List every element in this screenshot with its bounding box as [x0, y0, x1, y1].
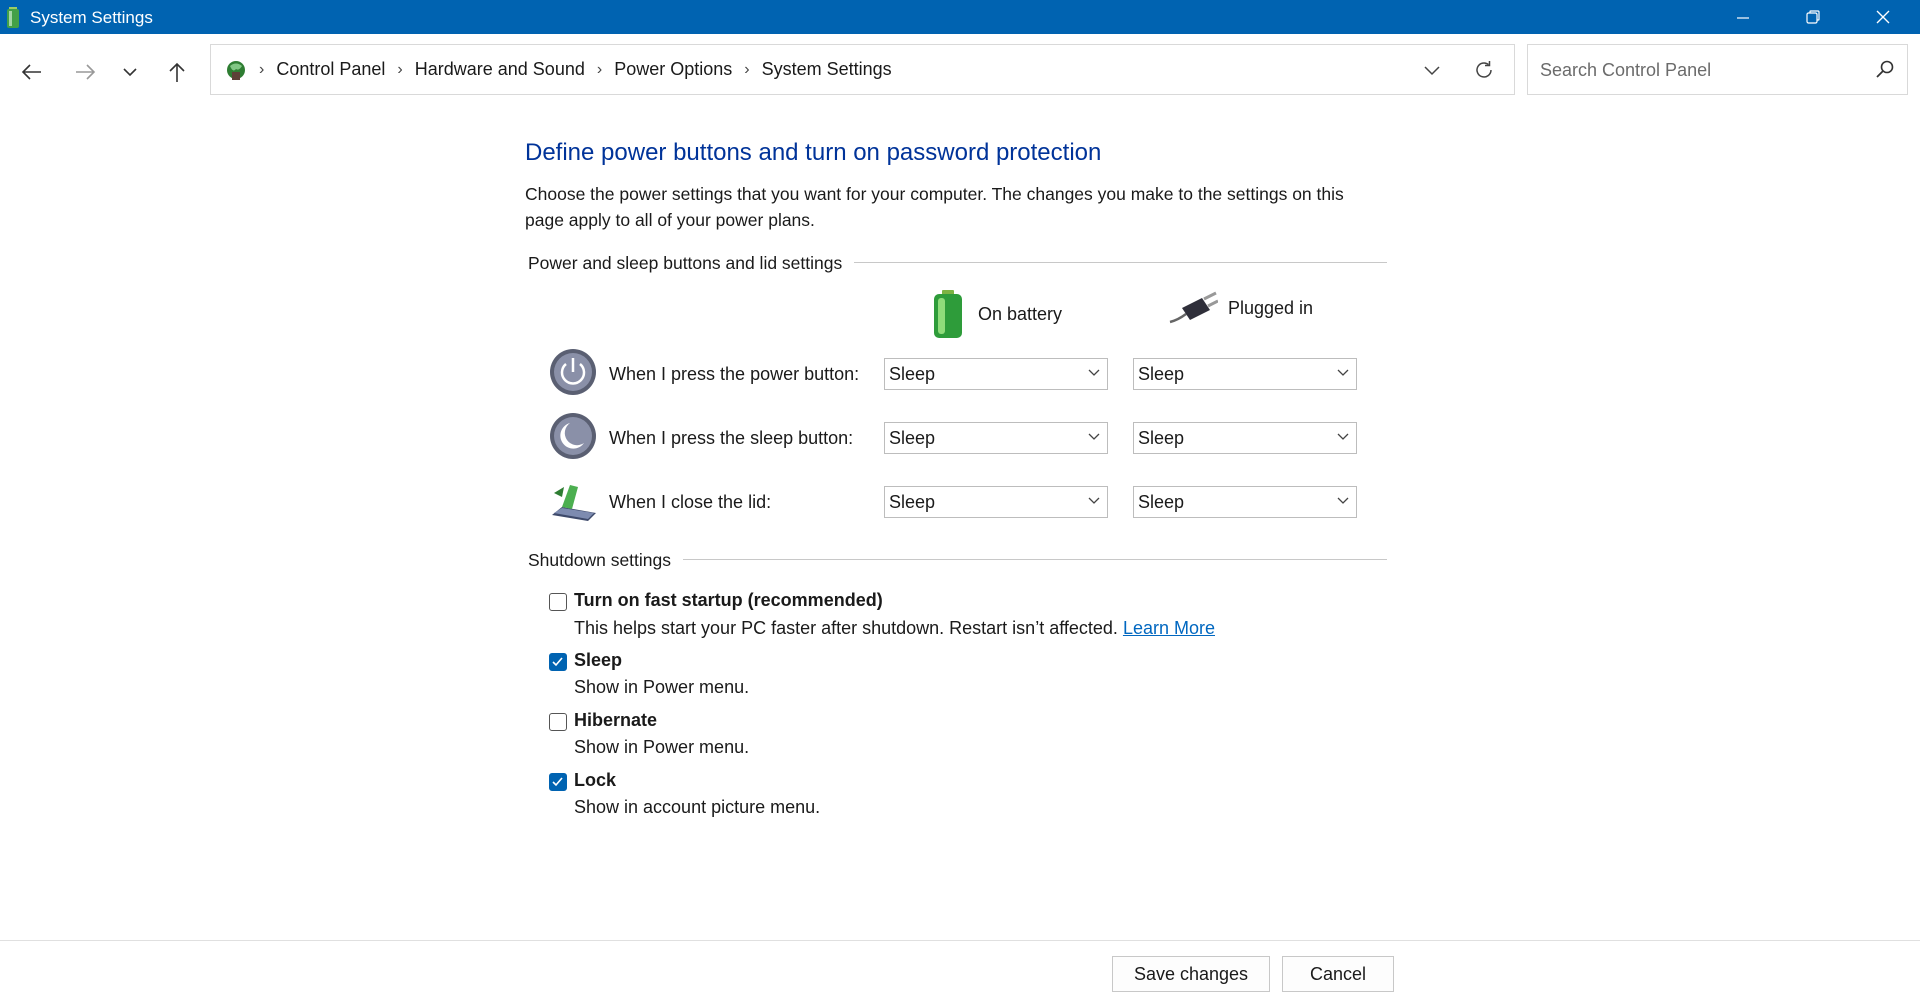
chevron-down-icon [1088, 497, 1100, 504]
forward-button[interactable] [63, 52, 107, 92]
close-button[interactable] [1848, 0, 1918, 34]
breadcrumb-system-settings[interactable]: System Settings [762, 59, 892, 80]
hibernate-option-label: Hibernate [574, 710, 658, 730]
restore-icon [1806, 10, 1820, 24]
power-button-icon [550, 349, 596, 395]
search-box[interactable] [1527, 44, 1908, 95]
arrow-right-icon [76, 64, 96, 80]
refresh-icon [1476, 60, 1492, 78]
fast-startup-label: Turn on fast startup (recommended) [574, 590, 883, 610]
breadcrumb-power-options[interactable]: Power Options [614, 59, 732, 80]
arrow-left-icon [21, 64, 41, 80]
page-title: Define power buttons and turn on passwor… [525, 139, 1102, 166]
chevron-down-icon [1337, 369, 1349, 376]
learn-more-link[interactable]: Learn More [1123, 618, 1215, 638]
power-plug-icon [1169, 291, 1218, 324]
chevron-down-icon [1088, 369, 1100, 376]
refresh-button[interactable] [1462, 45, 1506, 94]
power-section-title: Power and sleep buttons and lid settings [528, 253, 855, 274]
select-value: Sleep [889, 428, 936, 448]
back-button[interactable] [10, 52, 54, 92]
restore-button[interactable] [1778, 0, 1848, 34]
chevron-down-icon [123, 68, 137, 77]
chevron-down-icon [1337, 497, 1349, 504]
column-label: On battery [978, 303, 1063, 324]
fast-startup-checkbox[interactable] [549, 593, 567, 611]
up-button[interactable] [155, 52, 199, 92]
column-label: Plugged in [1228, 297, 1314, 318]
minimize-button[interactable] [1708, 0, 1778, 34]
power-button-on-battery-select[interactable]: Sleep [884, 358, 1108, 390]
fast-startup-description: This helps start your PC faster after sh… [574, 618, 1215, 639]
lock-option-label: Lock [574, 770, 617, 790]
hibernate-option-description: Show in Power menu. [574, 737, 750, 757]
lid-close-label: When I close the lid: [609, 492, 772, 512]
breadcrumb-separator: › [596, 60, 603, 78]
lid-plugged-in-select[interactable]: Sleep [1133, 486, 1357, 518]
recent-locations-button[interactable] [108, 52, 152, 92]
footer-divider [0, 940, 1920, 941]
cancel-button[interactable]: Cancel [1282, 956, 1394, 992]
window-title: System Settings [30, 8, 153, 27]
sleep-option-label: Sleep [574, 650, 623, 670]
chevron-down-icon [1088, 433, 1100, 440]
sleep-button-label: When I press the sleep button: [609, 428, 854, 448]
search-input[interactable] [1538, 55, 1862, 85]
column-plugged-in: Plugged in [1166, 290, 1313, 326]
arrow-up-icon [169, 62, 185, 82]
address-bar[interactable]: › Control Panel › Hardware and Sound › P… [210, 44, 1515, 95]
breadcrumb-hardware-and-sound[interactable]: Hardware and Sound [415, 59, 585, 80]
column-on-battery: On battery [932, 290, 1062, 338]
lock-checkbox[interactable] [549, 773, 567, 791]
checkmark-icon [552, 777, 563, 787]
save-changes-button[interactable]: Save changes [1112, 956, 1270, 992]
sleep-button-icon [550, 413, 596, 459]
select-value: Sleep [889, 492, 936, 512]
battery-icon [934, 290, 962, 338]
sleep-button-on-battery-select[interactable]: Sleep [884, 422, 1108, 454]
minimize-icon [1737, 17, 1749, 19]
select-value: Sleep [889, 364, 936, 384]
battery-app-icon [7, 7, 19, 28]
search-icon[interactable] [1875, 59, 1895, 79]
laptop-lid-icon [552, 485, 596, 521]
power-button-label: When I press the power button: [609, 364, 860, 384]
shutdown-section-title: Shutdown settings [528, 550, 684, 571]
control-panel-icon [227, 60, 245, 80]
close-icon [1876, 10, 1890, 24]
power-button-plugged-in-select[interactable]: Sleep [1133, 358, 1357, 390]
address-dropdown-button[interactable] [1412, 45, 1452, 94]
select-value: Sleep [1138, 492, 1185, 512]
breadcrumb-separator: › [397, 60, 403, 78]
sleep-button-plugged-in-select[interactable]: Sleep [1133, 422, 1357, 454]
option-description-text: This helps start your PC faster after sh… [574, 618, 1118, 638]
hibernate-checkbox[interactable] [549, 713, 567, 731]
page-description: Choose the power settings that you want … [525, 184, 1344, 230]
lid-on-battery-select[interactable]: Sleep [884, 486, 1108, 518]
breadcrumb-control-panel[interactable]: Control Panel [276, 59, 385, 80]
select-value: Sleep [1138, 428, 1185, 448]
breadcrumb-separator: › [259, 60, 265, 78]
breadcrumb-separator: › [744, 60, 750, 78]
title-bar: System Settings [0, 0, 1920, 34]
select-value: Sleep [1138, 364, 1185, 384]
chevron-down-icon [1337, 433, 1349, 440]
checkmark-icon [552, 657, 563, 667]
breadcrumb: › Control Panel › Hardware and Sound › P… [223, 45, 892, 94]
lock-option-description: Show in account picture menu. [574, 797, 821, 817]
chevron-down-icon [1424, 65, 1440, 75]
sleep-option-description: Show in Power menu. [574, 677, 750, 697]
sleep-checkbox[interactable] [549, 653, 567, 671]
